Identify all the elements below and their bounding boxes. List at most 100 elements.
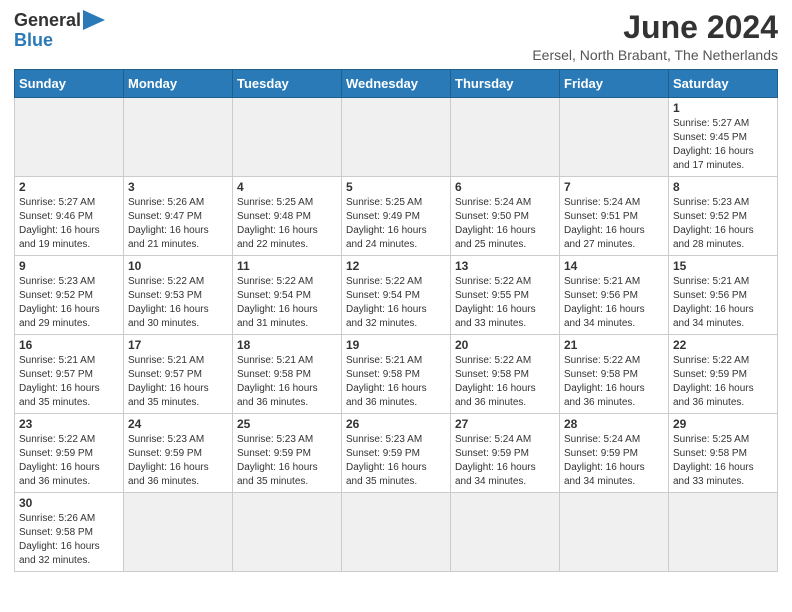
day-header-thursday: Thursday bbox=[451, 70, 560, 98]
calendar-day-empty bbox=[560, 98, 669, 177]
location-subtitle: Eersel, North Brabant, The Netherlands bbox=[532, 47, 778, 63]
calendar-day-19: 19Sunrise: 5:21 AM Sunset: 9:58 PM Dayli… bbox=[342, 335, 451, 414]
calendar-table: SundayMondayTuesdayWednesdayThursdayFrid… bbox=[14, 69, 778, 572]
calendar-day-24: 24Sunrise: 5:23 AM Sunset: 9:59 PM Dayli… bbox=[124, 414, 233, 493]
day-header-friday: Friday bbox=[560, 70, 669, 98]
day-number: 6 bbox=[455, 180, 555, 194]
calendar-week-1: 1Sunrise: 5:27 AM Sunset: 9:45 PM Daylig… bbox=[15, 98, 778, 177]
calendar-day-10: 10 Sunrise: 5:22 AM Sunset: 9:53 PM Dayli… bbox=[124, 256, 233, 335]
calendar-day-4: 4 Sunrise: 5:25 AM Sunset: 9:48 PM Daylig… bbox=[233, 177, 342, 256]
month-title: June 2024 bbox=[532, 10, 778, 45]
day-info: Sunrise: 5:21 AM Sunset: 9:58 PM Dayligh… bbox=[346, 354, 446, 410]
day-info: Sunrise: 5:22 AM Sunset: 9:53 PM Dayligh… bbox=[128, 275, 228, 331]
calendar-week-6: 30 Sunrise: 5:26 AM Sunset: 9:58 PM Dayli… bbox=[15, 493, 778, 572]
day-info: Sunrise: 5:26 AM Sunset: 9:58 PM Dayligh… bbox=[19, 512, 119, 568]
day-info: Sunrise: 5:21 AM Sunset: 9:58 PM Dayligh… bbox=[237, 354, 337, 410]
calendar-day-15: 15 Sunrise: 5:21 AM Sunset: 9:56 PM Dayli… bbox=[669, 256, 778, 335]
calendar-day-20: 20Sunrise: 5:22 AM Sunset: 9:58 PM Dayli… bbox=[451, 335, 560, 414]
day-info: Sunrise: 5:25 AM Sunset: 9:58 PM Dayligh… bbox=[673, 433, 773, 489]
calendar-day-22: 22 Sunrise: 5:22 AM Sunset: 9:59 PM Dayli… bbox=[669, 335, 778, 414]
calendar-day-11: 11 Sunrise: 5:22 AM Sunset: 9:54 PM Dayli… bbox=[233, 256, 342, 335]
day-header-monday: Monday bbox=[124, 70, 233, 98]
day-number: 23 bbox=[19, 417, 119, 431]
calendar-day-2: 2Sunrise: 5:27 AM Sunset: 9:46 PM Daylig… bbox=[15, 177, 124, 256]
day-info: Sunrise: 5:21 AM Sunset: 9:57 PM Dayligh… bbox=[19, 354, 119, 410]
day-header-saturday: Saturday bbox=[669, 70, 778, 98]
calendar-day-empty bbox=[342, 493, 451, 572]
calendar-week-5: 23 Sunrise: 5:22 AM Sunset: 9:59 PM Dayli… bbox=[15, 414, 778, 493]
calendar-day-5: 5 Sunrise: 5:25 AM Sunset: 9:49 PM Daylig… bbox=[342, 177, 451, 256]
calendar-week-2: 2Sunrise: 5:27 AM Sunset: 9:46 PM Daylig… bbox=[15, 177, 778, 256]
calendar-week-3: 9 Sunrise: 5:23 AM Sunset: 9:52 PM Daylig… bbox=[15, 256, 778, 335]
day-number: 29 bbox=[673, 417, 773, 431]
calendar-day-18: 18 Sunrise: 5:21 AM Sunset: 9:58 PM Dayli… bbox=[233, 335, 342, 414]
day-number: 5 bbox=[346, 180, 446, 194]
day-number: 4 bbox=[237, 180, 337, 194]
day-number: 27 bbox=[455, 417, 555, 431]
day-info: Sunrise: 5:22 AM Sunset: 9:59 PM Dayligh… bbox=[673, 354, 773, 410]
day-info: Sunrise: 5:23 AM Sunset: 9:52 PM Dayligh… bbox=[19, 275, 119, 331]
calendar-day-empty bbox=[233, 98, 342, 177]
calendar-day-25: 25Sunrise: 5:23 AM Sunset: 9:59 PM Dayli… bbox=[233, 414, 342, 493]
logo-blue-text: Blue bbox=[14, 30, 53, 50]
calendar-week-4: 16 Sunrise: 5:21 AM Sunset: 9:57 PM Dayli… bbox=[15, 335, 778, 414]
logo-general-text: General bbox=[14, 11, 81, 29]
day-info: Sunrise: 5:25 AM Sunset: 9:48 PM Dayligh… bbox=[237, 196, 337, 252]
day-info: Sunrise: 5:22 AM Sunset: 9:59 PM Dayligh… bbox=[19, 433, 119, 489]
day-number: 13 bbox=[455, 259, 555, 273]
day-number: 22 bbox=[673, 338, 773, 352]
calendar-day-16: 16 Sunrise: 5:21 AM Sunset: 9:57 PM Dayli… bbox=[15, 335, 124, 414]
day-number: 17 bbox=[128, 338, 228, 352]
calendar-day-28: 28 Sunrise: 5:24 AM Sunset: 9:59 PM Dayli… bbox=[560, 414, 669, 493]
day-number: 28 bbox=[564, 417, 664, 431]
calendar-day-9: 9 Sunrise: 5:23 AM Sunset: 9:52 PM Daylig… bbox=[15, 256, 124, 335]
calendar-day-6: 6 Sunrise: 5:24 AM Sunset: 9:50 PM Daylig… bbox=[451, 177, 560, 256]
day-info: Sunrise: 5:22 AM Sunset: 9:58 PM Dayligh… bbox=[564, 354, 664, 410]
day-number: 14 bbox=[564, 259, 664, 273]
day-info: Sunrise: 5:21 AM Sunset: 9:56 PM Dayligh… bbox=[673, 275, 773, 331]
day-number: 7 bbox=[564, 180, 664, 194]
calendar-day-27: 27Sunrise: 5:24 AM Sunset: 9:59 PM Dayli… bbox=[451, 414, 560, 493]
day-header-wednesday: Wednesday bbox=[342, 70, 451, 98]
day-info: Sunrise: 5:22 AM Sunset: 9:54 PM Dayligh… bbox=[237, 275, 337, 331]
day-number: 10 bbox=[128, 259, 228, 273]
day-info: Sunrise: 5:24 AM Sunset: 9:50 PM Dayligh… bbox=[455, 196, 555, 252]
day-info: Sunrise: 5:23 AM Sunset: 9:59 PM Dayligh… bbox=[237, 433, 337, 489]
day-number: 12 bbox=[346, 259, 446, 273]
calendar-day-23: 23 Sunrise: 5:22 AM Sunset: 9:59 PM Dayli… bbox=[15, 414, 124, 493]
calendar-day-empty bbox=[451, 493, 560, 572]
day-info: Sunrise: 5:27 AM Sunset: 9:46 PM Dayligh… bbox=[19, 196, 119, 252]
day-info: Sunrise: 5:26 AM Sunset: 9:47 PM Dayligh… bbox=[128, 196, 228, 252]
calendar-day-12: 12 Sunrise: 5:22 AM Sunset: 9:54 PM Dayli… bbox=[342, 256, 451, 335]
day-info: Sunrise: 5:22 AM Sunset: 9:54 PM Dayligh… bbox=[346, 275, 446, 331]
day-number: 3 bbox=[128, 180, 228, 194]
calendar-day-empty bbox=[15, 98, 124, 177]
day-info: Sunrise: 5:21 AM Sunset: 9:57 PM Dayligh… bbox=[128, 354, 228, 410]
day-info: Sunrise: 5:23 AM Sunset: 9:52 PM Dayligh… bbox=[673, 196, 773, 252]
calendar-day-26: 26 Sunrise: 5:23 AM Sunset: 9:59 PM Dayli… bbox=[342, 414, 451, 493]
day-number: 26 bbox=[346, 417, 446, 431]
calendar-day-empty bbox=[124, 493, 233, 572]
day-number: 30 bbox=[19, 496, 119, 510]
calendar-day-29: 29 Sunrise: 5:25 AM Sunset: 9:58 PM Dayli… bbox=[669, 414, 778, 493]
title-area: June 2024 Eersel, North Brabant, The Net… bbox=[532, 10, 778, 63]
header: General Blue June 2024 Eersel, North Bra… bbox=[14, 10, 778, 63]
day-number: 11 bbox=[237, 259, 337, 273]
day-number: 20 bbox=[455, 338, 555, 352]
day-number: 9 bbox=[19, 259, 119, 273]
day-number: 16 bbox=[19, 338, 119, 352]
calendar-day-empty bbox=[124, 98, 233, 177]
day-info: Sunrise: 5:25 AM Sunset: 9:49 PM Dayligh… bbox=[346, 196, 446, 252]
calendar-day-13: 13 Sunrise: 5:22 AM Sunset: 9:55 PM Dayli… bbox=[451, 256, 560, 335]
calendar-day-8: 8Sunrise: 5:23 AM Sunset: 9:52 PM Daylig… bbox=[669, 177, 778, 256]
calendar-day-21: 21 Sunrise: 5:22 AM Sunset: 9:58 PM Dayli… bbox=[560, 335, 669, 414]
day-number: 18 bbox=[237, 338, 337, 352]
day-number: 24 bbox=[128, 417, 228, 431]
day-number: 21 bbox=[564, 338, 664, 352]
calendar-day-empty bbox=[669, 493, 778, 572]
day-info: Sunrise: 5:24 AM Sunset: 9:59 PM Dayligh… bbox=[564, 433, 664, 489]
calendar-header-row: SundayMondayTuesdayWednesdayThursdayFrid… bbox=[15, 70, 778, 98]
day-number: 15 bbox=[673, 259, 773, 273]
day-info: Sunrise: 5:23 AM Sunset: 9:59 PM Dayligh… bbox=[346, 433, 446, 489]
day-info: Sunrise: 5:22 AM Sunset: 9:55 PM Dayligh… bbox=[455, 275, 555, 331]
